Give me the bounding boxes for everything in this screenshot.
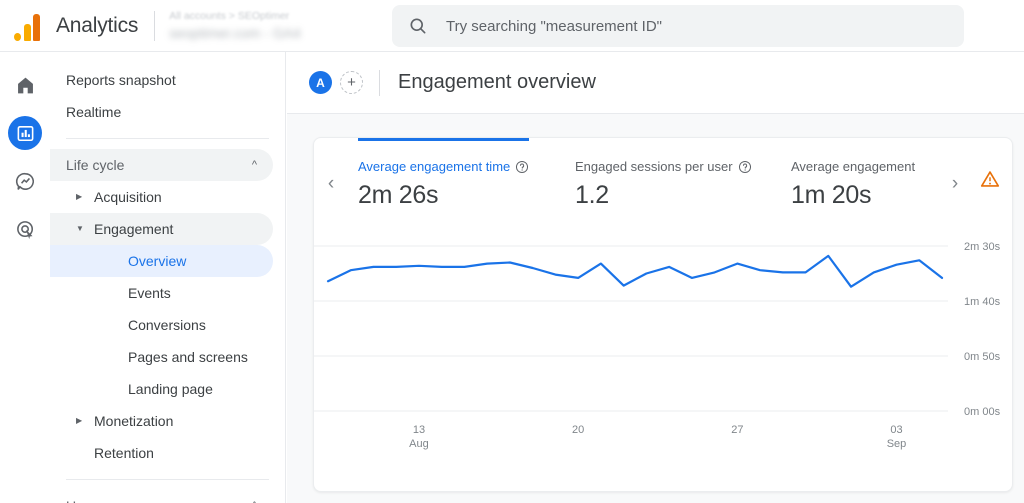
sidebar-group-user[interactable]: User ^ — [50, 490, 273, 503]
sidebar-item-label: Reports snapshot — [66, 72, 176, 88]
warning-triangle-icon — [979, 168, 1001, 190]
metric-value: 2m 26s — [358, 181, 529, 210]
add-comparison-button[interactable]: + — [340, 71, 363, 94]
x-axis-tick-label: 03 — [890, 424, 902, 436]
sidebar-item-label: Pages and screens — [128, 349, 248, 365]
metric-card-average-engagement-time[interactable]: Average engagement time 2m 26s — [358, 159, 529, 210]
logo-bar-tall — [33, 14, 40, 41]
rail-explore[interactable] — [8, 164, 42, 198]
top-divider — [154, 11, 155, 41]
x-axis-tick-label: 27 — [731, 424, 743, 436]
home-icon — [15, 75, 36, 96]
sidebar-item-monetization[interactable]: ▶ Monetization — [50, 405, 273, 437]
logo-bar-mid — [24, 24, 31, 41]
sidebar-item-engagement[interactable]: ▼ Engagement — [50, 213, 273, 245]
property-name: seoptimer.com - GA4 — [169, 25, 301, 41]
sidebar-item-label: Realtime — [66, 104, 121, 120]
help-circle-icon[interactable] — [515, 160, 529, 174]
page-title: Engagement overview — [398, 71, 596, 94]
sidebar-item-label: Acquisition — [94, 189, 162, 205]
analytics-logo-icon[interactable] — [10, 11, 44, 41]
carousel-next-button[interactable]: › — [946, 174, 964, 193]
icon-rail — [0, 52, 50, 503]
expand-arrow-down-icon: ▼ — [76, 225, 86, 233]
engagement-line-chart[interactable]: 2m 30s 1m 40s 0m 50s 0m 00s 13 Aug 20 27 03 Sep — [314, 221, 1012, 492]
sidebar-item-realtime[interactable]: Realtime — [50, 96, 273, 128]
sidebar-item-pages-and-screens[interactable]: Pages and screens — [50, 341, 273, 373]
sidebar-item-retention[interactable]: Retention — [50, 437, 273, 469]
metric-label-row: Average engagement time — [358, 159, 529, 174]
header-divider — [379, 70, 380, 96]
logo-dot — [14, 33, 21, 41]
active-tab-indicator — [358, 138, 529, 141]
chart-line-series — [328, 256, 942, 287]
sidebar-item-landing-page[interactable]: Landing page — [50, 373, 273, 405]
metric-label: Average engagement — [791, 159, 915, 174]
sidebar-item-label: Overview — [128, 253, 186, 269]
search-placeholder: Try searching "measurement ID" — [446, 18, 662, 35]
sidebar-nav: Reports snapshot Realtime Life cycle ^ ▶… — [50, 52, 286, 503]
advertising-target-icon — [15, 219, 36, 240]
sidebar-item-reports-snapshot[interactable]: Reports snapshot — [50, 64, 273, 96]
account-selector[interactable]: All accounts > SEOptimer seoptimer.com -… — [169, 6, 301, 46]
x-axis-tick-sublabel: Aug — [409, 438, 429, 450]
sidebar-item-label: Engagement — [94, 221, 173, 237]
expand-arrow-right-icon: ▶ — [76, 193, 86, 201]
x-axis-tick-label: 20 — [572, 424, 584, 436]
metric-value: 1m 20s — [791, 181, 915, 210]
top-bar: Analytics All accounts > SEOptimer seopt… — [0, 0, 1024, 52]
data-warning-button[interactable] — [975, 164, 1004, 193]
expand-arrow-right-icon: ▶ — [76, 417, 86, 425]
reports-bar-chart-icon — [16, 124, 35, 143]
sidebar-item-conversions[interactable]: Conversions — [50, 309, 273, 341]
y-axis-tick-label: 1m 40s — [964, 296, 1001, 308]
metric-carousel: ‹ Average engagement time 2m 26s — [314, 138, 1012, 221]
page-header: A + Engagement overview — [287, 52, 1024, 114]
analytics-app: Analytics All accounts > SEOptimer seopt… — [0, 0, 1024, 503]
sidebar-group-life-cycle[interactable]: Life cycle ^ — [50, 149, 273, 181]
brand-title[interactable]: Analytics — [56, 14, 138, 38]
y-axis-tick-label: 0m 00s — [964, 406, 1001, 418]
chart-svg: 2m 30s 1m 40s 0m 50s 0m 00s 13 Aug 20 27 03 Sep — [314, 221, 1013, 492]
explore-icon — [15, 171, 36, 192]
sidebar-divider-bottom — [66, 479, 269, 480]
sidebar-item-acquisition[interactable]: ▶ Acquisition — [50, 181, 273, 213]
search-icon — [408, 16, 428, 36]
rail-reports[interactable] — [8, 116, 42, 150]
y-axis-tick-label: 2m 30s — [964, 241, 1001, 253]
sidebar-item-label: Retention — [94, 445, 154, 461]
metric-label: Average engagement time — [358, 159, 510, 174]
main-content: A + Engagement overview ‹ Average engage… — [287, 52, 1024, 503]
sidebar-divider-top — [66, 138, 269, 139]
sidebar-group-label: Life cycle — [66, 157, 124, 173]
sidebar-item-label: Conversions — [128, 317, 206, 333]
x-axis-tick-sublabel: Sep — [887, 438, 907, 450]
x-axis-tick-label: 13 — [413, 424, 425, 436]
metric-label-row: Engaged sessions per user — [575, 159, 752, 174]
avatar[interactable]: A — [309, 71, 332, 94]
engagement-overview-card: ‹ Average engagement time 2m 26s — [313, 137, 1013, 492]
metric-value: 1.2 — [575, 181, 752, 210]
sidebar-item-overview[interactable]: Overview — [50, 245, 273, 277]
sidebar-item-label: Events — [128, 285, 171, 301]
rail-advertising[interactable] — [8, 212, 42, 246]
sidebar-item-label: Landing page — [128, 381, 213, 397]
metric-label-row: Average engagement — [791, 159, 915, 174]
sidebar-group-label: User — [66, 498, 96, 503]
rail-home[interactable] — [8, 68, 42, 102]
breadcrumb: All accounts > SEOptimer — [169, 10, 301, 22]
y-axis-tick-label: 0m 50s — [964, 351, 1001, 363]
carousel-prev-button[interactable]: ‹ — [322, 174, 340, 193]
help-circle-icon[interactable] — [738, 160, 752, 174]
metric-card-engaged-sessions-per-user[interactable]: Engaged sessions per user 1.2 — [575, 159, 752, 210]
search-input[interactable]: Try searching "measurement ID" — [392, 5, 964, 47]
sidebar-item-label: Monetization — [94, 413, 173, 429]
metric-card-average-engagement[interactable]: Average engagement 1m 20s — [791, 159, 915, 210]
sidebar-item-events[interactable]: Events — [50, 277, 273, 309]
collapse-chevron-up-icon: ^ — [252, 160, 257, 171]
metric-label: Engaged sessions per user — [575, 159, 733, 174]
